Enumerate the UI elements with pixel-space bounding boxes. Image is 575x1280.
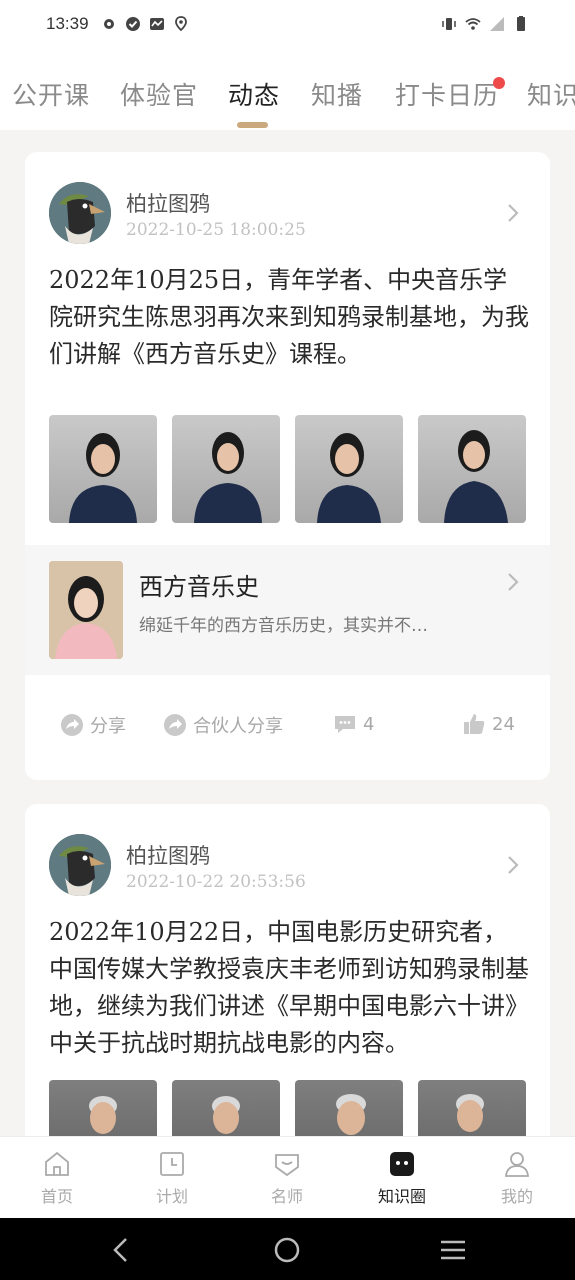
nav-profile-label: 我的	[500, 1187, 533, 1206]
partner-share-label: 合伙人分享	[193, 716, 283, 737]
portrait-image	[336, 1094, 366, 1135]
photo-grid	[49, 1080, 526, 1136]
post-photo[interactable]	[295, 1080, 403, 1136]
portrait-image	[89, 1096, 117, 1134]
chevron-right-icon[interactable]	[506, 854, 520, 876]
post-timestamp: 2022-10-25 18:00:25	[126, 220, 306, 240]
nav-profile[interactable]: 我的	[472, 1149, 562, 1207]
post-actions: 分享 合伙人分享 4 24	[25, 712, 550, 742]
post-card[interactable]: 柏拉图鸦 2022-10-25 18:00:25 2022年10月25日，青年学…	[25, 152, 550, 780]
nav-knowledge-circle[interactable]: 知识圈	[357, 1149, 447, 1207]
portrait-image	[456, 1094, 484, 1132]
post-photo[interactable]	[172, 1080, 280, 1136]
nav-home[interactable]: 首页	[12, 1149, 102, 1207]
crow-logo-icon	[49, 834, 111, 896]
tab-checkin-calendar[interactable]: 打卡日历	[395, 76, 499, 112]
nav-home-label: 首页	[40, 1187, 73, 1206]
battery-icon	[517, 16, 525, 31]
share-icon	[61, 714, 83, 736]
tab-open-course[interactable]: 公开课	[12, 76, 90, 112]
gear-icon	[103, 19, 114, 29]
tab-knowledge[interactable]: 知识	[527, 76, 575, 112]
post-timestamp: 2022-10-22 20:53:56	[126, 872, 306, 892]
post-photo[interactable]	[49, 1080, 157, 1136]
portrait-image	[194, 432, 262, 523]
share-button[interactable]: 分享	[60, 712, 126, 738]
teacher-icon	[275, 1154, 299, 1177]
message-icon	[149, 18, 164, 30]
nav-plan-label: 计划	[155, 1187, 188, 1206]
menu-icon[interactable]	[438, 1235, 468, 1265]
calendar-icon	[160, 1152, 184, 1176]
notification-badge	[493, 77, 505, 89]
status-bar: 13:39	[0, 0, 575, 48]
portrait-image	[212, 1096, 240, 1134]
course-description: 绵延千年的西方音乐历史，其实并不…	[139, 616, 428, 636]
home-circle-icon[interactable]	[272, 1235, 302, 1265]
author-name[interactable]: 柏拉图鸦	[126, 840, 210, 870]
system-navigation-bar	[0, 1218, 575, 1280]
portrait-image	[444, 430, 508, 523]
profile-icon	[505, 1152, 529, 1177]
nav-knowledge-circle-label: 知识圈	[377, 1187, 426, 1206]
author-name[interactable]: 柏拉图鸦	[126, 188, 210, 218]
author-avatar[interactable]	[49, 182, 111, 244]
post-photo[interactable]	[418, 1080, 526, 1136]
wifi-icon	[465, 18, 481, 30]
signal-icon	[490, 17, 504, 31]
portrait-image	[317, 433, 381, 523]
feed-list[interactable]: 柏拉图鸦 2022-10-25 18:00:25 2022年10月25日，青年学…	[0, 130, 575, 1136]
post-photo[interactable]	[418, 415, 526, 523]
chevron-right-icon	[508, 573, 519, 591]
status-time: 13:39	[46, 14, 89, 33]
portrait-image	[49, 561, 123, 659]
post-card[interactable]: 柏拉图鸦 2022-10-22 20:53:56 2022年10月22日，中国电…	[25, 804, 550, 1136]
post-photo[interactable]	[49, 415, 157, 523]
back-icon[interactable]	[107, 1235, 137, 1265]
post-photo[interactable]	[172, 415, 280, 523]
home-icon	[45, 1151, 69, 1176]
tab-feed[interactable]: 动态	[228, 76, 280, 112]
vibrate-icon	[442, 18, 456, 30]
comment-button[interactable]: 4	[333, 712, 374, 736]
top-tab-bar: 公开课 体验官 动态 知播 打卡日历 知识	[0, 48, 575, 130]
chat-icon	[390, 1152, 414, 1176]
bottom-navigation: 首页 计划 名师 知识圈 我的	[0, 1136, 575, 1218]
post-text: 2022年10月22日，中国电影历史研究者，中国传媒大学教授袁庆丰老师到访知鸦录…	[49, 918, 529, 1057]
nav-teacher[interactable]: 名师	[242, 1149, 332, 1207]
post-photo[interactable]	[295, 415, 403, 523]
comment-icon	[335, 716, 355, 733]
location-icon	[174, 16, 187, 32]
portrait-image	[69, 433, 137, 523]
check-circle-icon	[125, 17, 140, 31]
comment-count: 4	[363, 713, 375, 735]
chevron-right-icon[interactable]	[506, 202, 520, 224]
photo-grid	[49, 415, 526, 523]
course-thumbnail	[49, 561, 123, 659]
nav-teacher-label: 名师	[270, 1187, 303, 1206]
tab-zhibo[interactable]: 知播	[311, 76, 363, 112]
crow-logo-icon	[49, 182, 111, 244]
tab-experience[interactable]: 体验官	[120, 76, 198, 112]
active-tab-indicator	[237, 122, 268, 128]
share-icon	[164, 714, 186, 736]
course-title: 西方音乐史	[139, 573, 259, 601]
author-avatar[interactable]	[49, 834, 111, 896]
like-count: 24	[492, 713, 515, 735]
post-text: 2022年10月25日，青年学者、中央音乐学院研究生陈思羽再次来到知鸦录制基地，…	[49, 266, 529, 368]
share-label: 分享	[90, 716, 126, 737]
partner-share-button[interactable]: 合伙人分享	[163, 712, 283, 738]
nav-plan[interactable]: 计划	[127, 1149, 217, 1207]
thumbs-up-icon	[464, 714, 485, 734]
linked-course-card[interactable]: 西方音乐史 绵延千年的西方音乐历史，其实并不…	[25, 545, 550, 675]
like-button[interactable]: 24	[462, 712, 515, 736]
